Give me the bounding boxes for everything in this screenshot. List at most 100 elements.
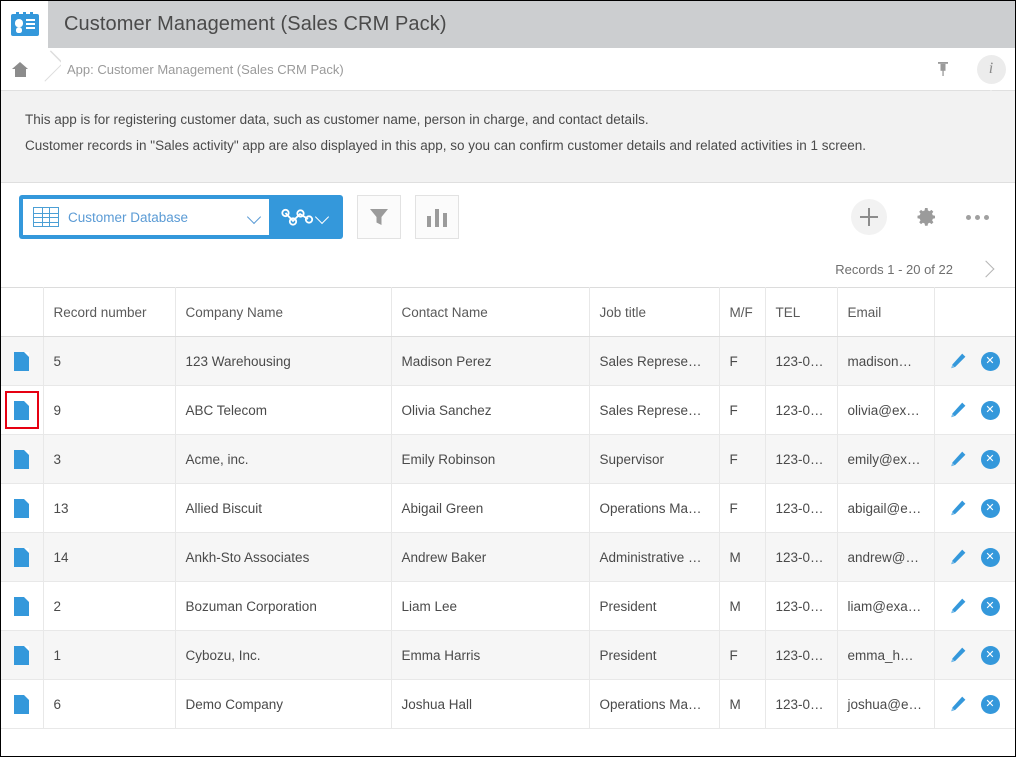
column-header-company-name[interactable]: Company Name (175, 287, 392, 337)
column-header-tel[interactable]: TEL (765, 287, 838, 337)
pencil-icon[interactable] (949, 499, 967, 517)
document-icon-button[interactable] (6, 492, 38, 524)
cell-email[interactable]: emily@ex… (837, 434, 935, 484)
document-icon-button[interactable] (6, 541, 38, 573)
delete-circle-icon[interactable]: ✕ (980, 498, 1000, 518)
table-row[interactable]: 6 Demo Company Joshua Hall Operations Ma… M 1… (1, 679, 1015, 729)
column-header-contact-name[interactable]: Contact Name (391, 287, 590, 337)
cell-email[interactable]: liam@exa… (837, 581, 935, 631)
cell-email[interactable]: emma_h… (837, 630, 935, 680)
document-icon (14, 547, 30, 567)
more-options-button[interactable] (957, 197, 997, 237)
cell-tel[interactable]: 123-0… (765, 336, 838, 386)
filter-button[interactable] (357, 195, 401, 239)
graph-view-icon (281, 208, 314, 226)
pencil-icon[interactable] (949, 695, 967, 713)
cell-email[interactable]: joshua@e… (837, 679, 935, 729)
cell-record-number: 13 (43, 483, 176, 533)
pagination-bar: Records 1 - 20 of 22 (1, 251, 1015, 287)
pencil-icon[interactable] (949, 450, 967, 468)
cell-company-name: ABC Telecom (175, 385, 392, 435)
cell-email[interactable]: abigail@e… (837, 483, 935, 533)
chevron-right-icon[interactable] (975, 258, 997, 280)
document-icon-button[interactable] (6, 688, 38, 720)
cell-email[interactable]: andrew@… (837, 532, 935, 582)
pencil-icon[interactable] (949, 597, 967, 615)
cell-job-title: Operations Ma… (589, 679, 720, 729)
cell-job-title: Supervisor (589, 434, 720, 484)
document-icon-button[interactable] (6, 345, 38, 377)
cell-email[interactable]: olivia@ex… (837, 385, 935, 435)
row-document-cell (1, 483, 44, 533)
cell-actions: ✕ (934, 679, 1015, 729)
table-row[interactable]: 1 Cybozu, Inc. Emma Harris President F 123-0…… (1, 630, 1015, 680)
cell-company-name: Cybozu, Inc. (175, 630, 392, 680)
row-document-cell (1, 581, 44, 631)
cell-contact-name: Olivia Sanchez (391, 385, 590, 435)
document-icon-button[interactable] (6, 590, 38, 622)
cell-tel[interactable]: 123-0… (765, 434, 838, 484)
column-header-doc (1, 287, 44, 337)
delete-circle-icon[interactable]: ✕ (980, 694, 1000, 714)
column-header-record-number[interactable]: Record number (43, 287, 176, 337)
toolbar-right-actions (851, 197, 997, 237)
column-header-job-title[interactable]: Job title (589, 287, 720, 337)
cell-tel[interactable]: 123-0… (765, 532, 838, 582)
table-row[interactable]: 5 123 Warehousing Madison Perez Sales Repre… (1, 336, 1015, 386)
plus-icon (860, 208, 878, 226)
info-button[interactable]: i (967, 48, 1015, 99)
pencil-icon[interactable] (949, 401, 967, 419)
cell-tel[interactable]: 123-0… (765, 581, 838, 631)
table-row[interactable]: 9 ABC Telecom Olivia Sanchez Sales Represe…… (1, 385, 1015, 435)
table-row[interactable]: 3 Acme, inc. Emily Robinson Supervisor F 123-… (1, 434, 1015, 484)
cell-mf: F (719, 434, 766, 484)
pin-button[interactable] (919, 48, 967, 91)
table-body: 5 123 Warehousing Madison Perez Sales Repre… (1, 336, 1015, 729)
description-line-1: This app is for registering customer dat… (25, 112, 649, 127)
delete-circle-icon[interactable]: ✕ (980, 547, 1000, 567)
cell-mf: F (719, 385, 766, 435)
add-record-button[interactable] (851, 199, 887, 235)
cell-company-name: Demo Company (175, 679, 392, 729)
delete-circle-icon[interactable]: ✕ (980, 351, 1000, 371)
table-row[interactable]: 13 Allied Biscuit Abigail Green Operations … (1, 483, 1015, 533)
document-icon (14, 596, 30, 616)
home-icon (12, 61, 28, 77)
pencil-icon[interactable] (949, 352, 967, 370)
info-pointer (982, 89, 1000, 99)
home-button[interactable] (1, 48, 39, 90)
pencil-icon[interactable] (949, 548, 967, 566)
delete-circle-icon[interactable]: ✕ (980, 596, 1000, 616)
cell-mf: M (719, 581, 766, 631)
settings-button[interactable] (907, 197, 947, 237)
breadcrumb: App: Customer Management (Sales CRM Pack… (1, 48, 1015, 99)
document-icon (14, 400, 30, 420)
document-icon-button[interactable] (6, 443, 38, 475)
cell-tel[interactable]: 123-0… (765, 630, 838, 680)
cell-tel[interactable]: 123-0… (765, 385, 838, 435)
pin-icon (936, 61, 950, 77)
cell-contact-name: Emily Robinson (391, 434, 590, 484)
column-header-email[interactable]: Email (837, 287, 935, 337)
view-select[interactable]: Customer Database (23, 199, 269, 235)
delete-circle-icon[interactable]: ✕ (980, 400, 1000, 420)
chart-button[interactable] (415, 195, 459, 239)
cell-mf: F (719, 336, 766, 386)
delete-circle-icon[interactable]: ✕ (980, 449, 1000, 469)
delete-circle-icon[interactable]: ✕ (980, 645, 1000, 665)
cell-job-title: President (589, 630, 720, 680)
document-icon (14, 351, 30, 371)
cell-record-number: 3 (43, 434, 176, 484)
cell-contact-name: Joshua Hall (391, 679, 590, 729)
cell-tel[interactable]: 123-0… (765, 483, 838, 533)
document-icon-button[interactable] (4, 391, 39, 429)
cell-tel[interactable]: 123-0… (765, 679, 838, 729)
pencil-icon[interactable] (949, 646, 967, 664)
graph-view-button[interactable] (269, 199, 339, 235)
table-row[interactable]: 14 Ankh-Sto Associates Andrew Baker Adminis… (1, 532, 1015, 582)
column-header-mf[interactable]: M/F (719, 287, 766, 337)
document-icon-button[interactable] (6, 639, 38, 671)
cell-email[interactable]: madison… (837, 336, 935, 386)
row-document-cell (1, 336, 44, 386)
table-row[interactable]: 2 Bozuman Corporation Liam Lee President M 12… (1, 581, 1015, 631)
